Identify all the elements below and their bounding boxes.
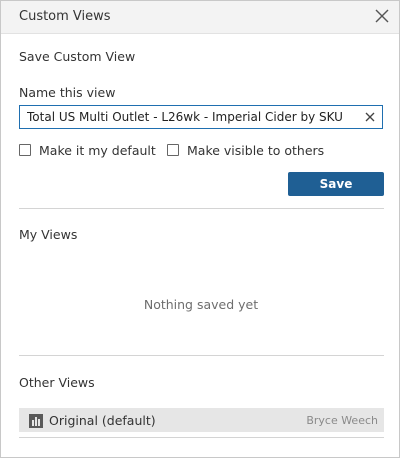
name-input-container (19, 105, 383, 129)
other-views-title: Other Views (19, 375, 95, 390)
clear-input-button[interactable] (362, 109, 378, 125)
make-default-label: Make it my default (39, 142, 156, 158)
my-views-empty-text: Nothing saved yet (143, 297, 259, 312)
divider (19, 437, 384, 438)
clear-icon (365, 112, 375, 122)
my-views-title: My Views (19, 227, 78, 242)
save-section-title: Save Custom View (19, 49, 136, 64)
custom-views-dialog: Custom Views Save Custom View Name this … (0, 0, 400, 458)
make-default-option[interactable]: Make it my default (19, 142, 156, 158)
dialog-title: Custom Views (19, 9, 111, 24)
view-owner: Bryce Weech (306, 414, 378, 427)
save-button[interactable]: Save (288, 172, 384, 196)
name-field-label: Name this view (19, 85, 116, 100)
close-button[interactable] (373, 7, 391, 25)
make-default-checkbox[interactable] (19, 144, 31, 156)
view-name: Original (default) (49, 413, 156, 428)
make-visible-label: Make visible to others (187, 142, 325, 158)
close-icon (375, 9, 389, 23)
make-visible-option[interactable]: Make visible to others (167, 142, 324, 158)
make-visible-checkbox[interactable] (167, 144, 179, 156)
view-name-input[interactable] (20, 106, 356, 128)
views-icon (29, 413, 43, 428)
divider (19, 355, 384, 356)
dialog-header: Custom Views (1, 1, 399, 34)
divider (19, 208, 384, 209)
other-view-item[interactable]: Original (default) Bryce Weech (19, 408, 384, 432)
